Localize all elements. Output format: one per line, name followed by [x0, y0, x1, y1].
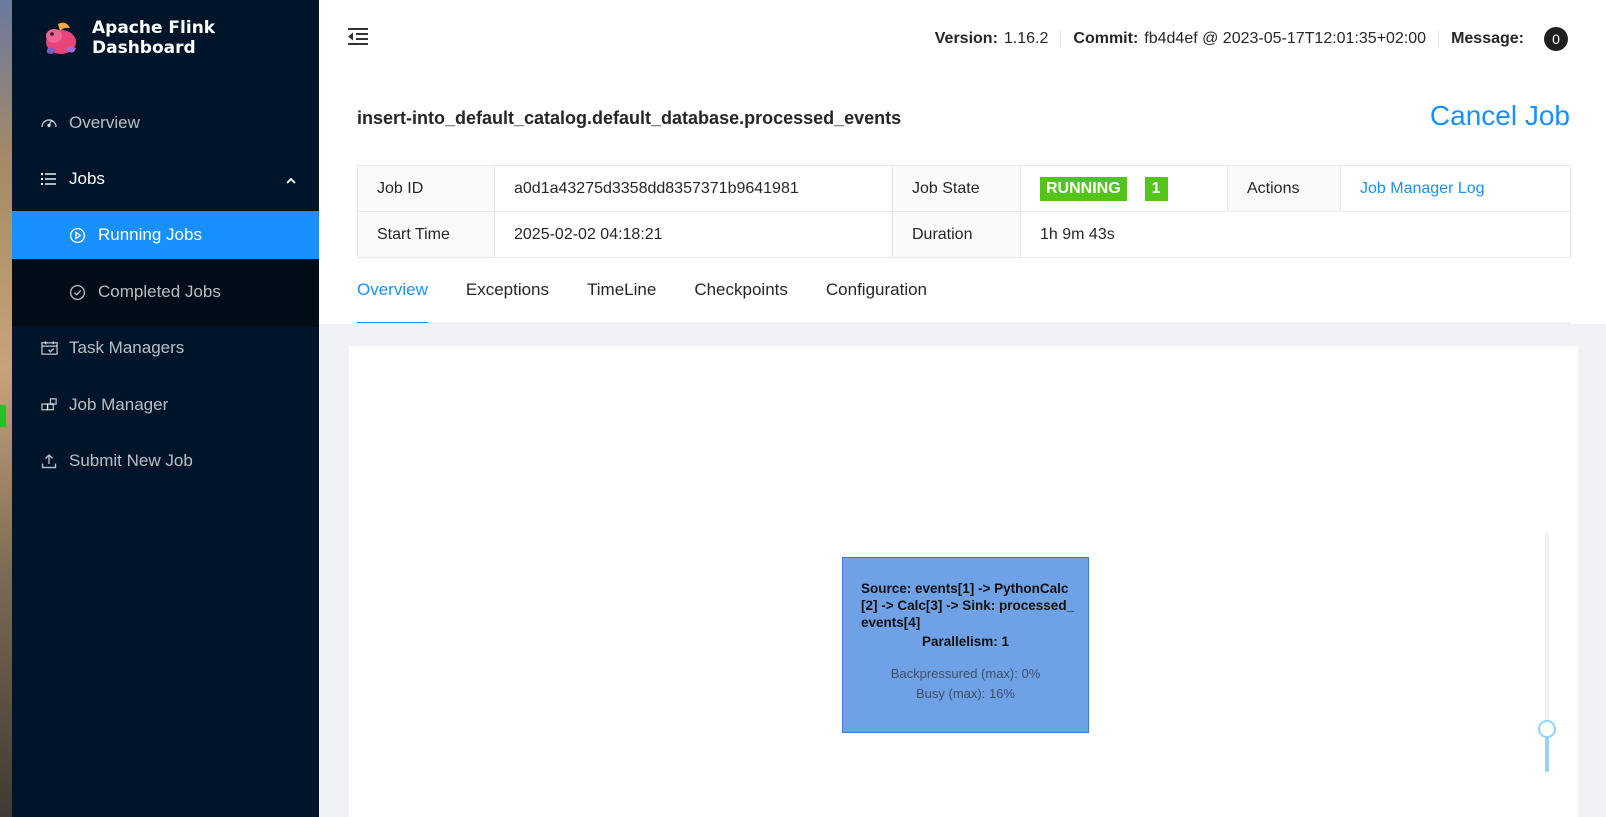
sidebar-item-label: Task Managers: [69, 338, 185, 357]
job-graph-canvas[interactable]: Source: events[1] -> PythonCalc[2] -> Ca…: [349, 346, 1578, 817]
cancel-job-button[interactable]: Cancel Job: [1430, 100, 1570, 132]
duration-label: Duration: [892, 211, 1021, 258]
schedule-icon: [40, 339, 58, 357]
sidebar-item-running-jobs[interactable]: Running Jobs: [12, 211, 319, 259]
sidebar: Apache Flink Dashboard Overview Jobs Run…: [12, 0, 319, 817]
job-description-table: Job ID a0d1a43275d3358dd8357371b9641981 …: [357, 165, 1571, 258]
sidebar-item-label: Overview: [69, 113, 140, 132]
build-icon: [40, 396, 58, 414]
job-state-label: Job State: [892, 165, 1021, 212]
check-circle-icon: [68, 283, 86, 301]
job-manager-log-link[interactable]: Job Manager Log: [1360, 180, 1485, 197]
app-title: Apache Flink Dashboard: [92, 18, 216, 58]
sidebar-item-task-managers[interactable]: Task Managers: [12, 324, 319, 372]
divider: [1060, 30, 1062, 48]
zoom-slider-handle[interactable]: [1538, 720, 1556, 738]
sidebar-item-label: Running Jobs: [98, 225, 202, 244]
node-backpressured: Backpressured (max): 0%: [890, 666, 1041, 681]
node-operator-name: Source: events[1] -> PythonCalc[2] -> Ca…: [861, 581, 1075, 630]
zoom-slider-fill: [1545, 732, 1549, 772]
tab-overview[interactable]: Overview: [357, 280, 428, 324]
chevron-up-icon: [285, 172, 297, 192]
start-time-value: 2025-02-02 04:18:21: [494, 211, 893, 258]
message-count-badge[interactable]: 0: [1544, 27, 1568, 51]
message-label[interactable]: Message:: [1451, 30, 1524, 48]
divider: [1438, 30, 1440, 48]
job-tabs: Overview Exceptions TimeLine Checkpoints…: [357, 280, 965, 324]
play-circle-icon: [68, 226, 86, 244]
desktop-indicator: [0, 405, 6, 427]
job-title: insert-into_default_catalog.default_data…: [357, 108, 902, 128]
list-icon: [40, 170, 58, 188]
job-header: insert-into_default_catalog.default_data…: [319, 76, 1606, 324]
version-value: 1.16.2: [1003, 30, 1049, 47]
sidebar-item-overview[interactable]: Overview: [12, 99, 319, 147]
flink-logo-icon: [40, 18, 80, 58]
menu-fold-icon[interactable]: [347, 26, 369, 51]
sidebar-item-label: Job Manager: [69, 395, 169, 414]
job-id-value: a0d1a43275d3358dd8357371b9641981: [494, 165, 893, 212]
tab-exceptions[interactable]: Exceptions: [466, 280, 549, 324]
status-badge: RUNNING: [1040, 176, 1127, 201]
actions-value: Job Manager Log: [1340, 165, 1571, 212]
dashboard-icon: [40, 114, 58, 132]
commit-label: Commit:: [1073, 30, 1139, 47]
sidebar-item-label: Completed Jobs: [98, 282, 221, 301]
sidebar-item-completed-jobs[interactable]: Completed Jobs: [12, 268, 319, 316]
commit-value: fb4d4ef @ 2023-05-17T12:01:35+02:00: [1144, 30, 1427, 47]
header-info: Version: 1.16.2 Commit: fb4d4ef @ 2023-0…: [935, 27, 1568, 51]
duration-value: 1h 9m 43s: [1020, 211, 1571, 258]
tab-divider: [357, 323, 1571, 324]
sidebar-item-jobs[interactable]: Jobs: [12, 155, 319, 203]
job-id-label: Job ID: [357, 165, 495, 212]
sidebar-item-job-manager[interactable]: Job Manager: [12, 381, 319, 429]
start-time-label: Start Time: [357, 211, 495, 258]
upload-icon: [40, 452, 58, 470]
top-header: Version: 1.16.2 Commit: fb4d4ef @ 2023-0…: [319, 0, 1606, 76]
sidebar-item-label: Jobs: [69, 169, 105, 188]
node-parallelism: Parallelism: 1: [921, 634, 1010, 649]
sidebar-item-submit-new-job[interactable]: Submit New Job: [12, 437, 319, 485]
tab-checkpoints[interactable]: Checkpoints: [694, 280, 788, 324]
job-graph-node[interactable]: Source: events[1] -> PythonCalc[2] -> Ca…: [842, 557, 1089, 733]
brand[interactable]: Apache Flink Dashboard: [40, 18, 319, 58]
version-label: Version:: [934, 30, 998, 47]
actions-label: Actions: [1227, 165, 1341, 212]
sidebar-item-label: Submit New Job: [69, 451, 193, 470]
tab-timeline[interactable]: TimeLine: [587, 280, 656, 324]
status-count-badge: 1: [1144, 176, 1168, 201]
desktop-background-strip: [0, 0, 12, 817]
job-state-value: RUNNING 1: [1020, 165, 1228, 212]
node-busy: Busy (max): 16%: [916, 686, 1015, 701]
tab-configuration[interactable]: Configuration: [826, 280, 927, 324]
